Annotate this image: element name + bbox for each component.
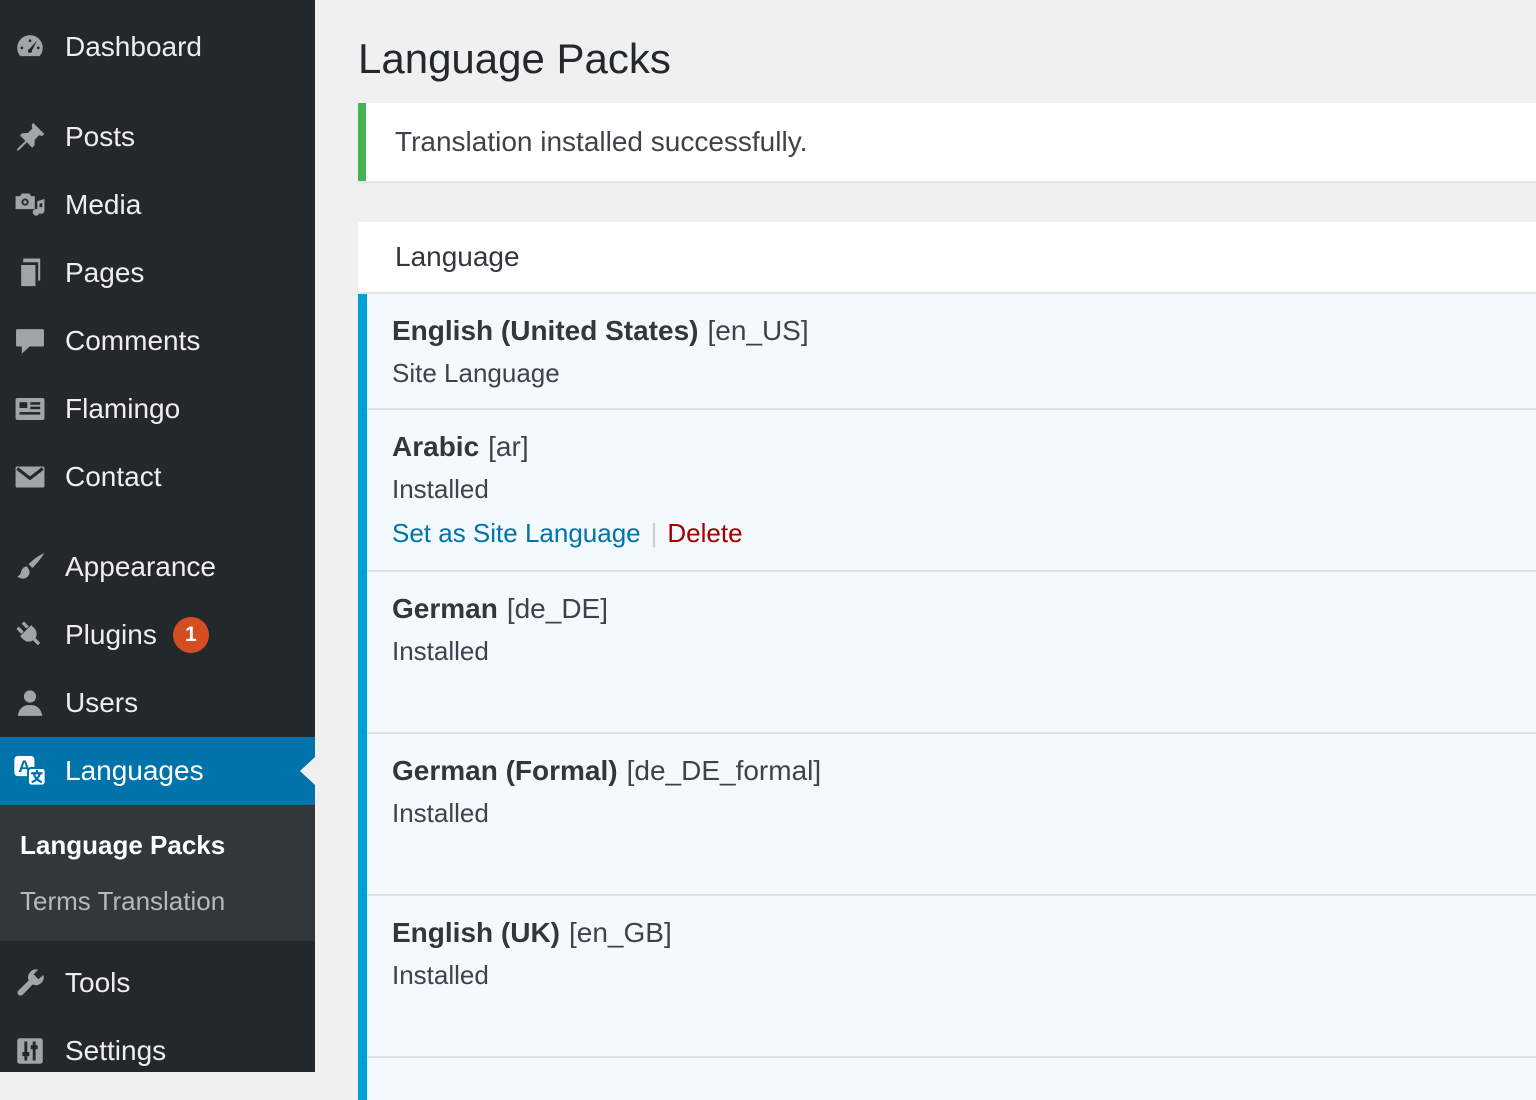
submenu-item-language-packs[interactable]: Language Packs [0,817,315,873]
sidebar-item-label: Contact [65,461,162,493]
sidebar-item-posts[interactable]: Posts [0,103,315,171]
plug-icon [13,618,47,652]
language-status: Installed [392,954,1536,996]
sidebar-item-label: Appearance [65,551,216,583]
language-status: Installed [392,630,1536,672]
admin-content: Language Packs Translation installed suc… [315,0,1536,1072]
sidebar-item-comments[interactable]: Comments [0,307,315,375]
table-row: English (UK)[en_GB] Installed [367,894,1536,1056]
sidebar-item-media[interactable]: Media [0,171,315,239]
comment-icon [13,324,47,358]
submenu-item-terms-translation[interactable]: Terms Translation [0,873,315,929]
dashboard-icon [13,30,47,64]
notice-text: Translation installed successfully. [395,126,807,157]
table-row: German[de_DE] Installed [367,570,1536,732]
sidebar-item-dashboard[interactable]: Dashboard [0,13,315,81]
table-row-partial [367,1056,1536,1100]
sidebar-item-label: Plugins [65,619,157,651]
language-status: Site Language [392,352,1536,394]
language-name: German[de_DE] [392,588,1536,630]
sidebar-item-pages[interactable]: Pages [0,239,315,307]
sidebar-item-label: Media [65,189,141,221]
sidebar-item-flamingo[interactable]: Flamingo [0,375,315,443]
language-packs-table: Language English (United States)[en_US] … [358,222,1536,1100]
sidebar-item-label: Comments [65,325,200,357]
sidebar-item-plugins[interactable]: Plugins 1 [0,601,315,669]
index-card-icon [13,392,47,426]
sliders-icon [13,1034,47,1068]
sidebar-item-label: Users [65,687,138,719]
update-count-badge: 1 [173,617,209,653]
sidebar-item-tools[interactable]: Tools [0,949,315,1017]
sidebar-item-contact[interactable]: Contact [0,443,315,511]
sidebar-item-label: Flamingo [65,393,180,425]
sidebar-item-label: Settings [65,1035,166,1067]
page-title: Language Packs [358,33,1536,85]
sidebar-item-settings[interactable]: Settings [0,1017,315,1085]
sidebar-item-users[interactable]: Users [0,669,315,737]
language-status: Installed [392,468,1536,510]
pushpin-icon [13,120,47,154]
table-row: English (United States)[en_US] Site Lang… [367,294,1536,408]
language-status: Installed [392,792,1536,834]
action-separator: | [641,518,668,548]
camera-icon [13,188,47,222]
brush-icon [13,550,47,584]
sidebar-item-label: Languages [65,755,204,787]
sidebar-item-label: Dashboard [65,31,202,63]
set-site-language-link[interactable]: Set as Site Language [392,518,641,548]
sidebar-item-languages[interactable]: A Languages [0,737,315,805]
delete-link[interactable]: Delete [667,518,742,548]
email-icon [13,460,47,494]
languages-submenu: Language Packs Terms Translation [0,805,315,941]
table-row: Arabic[ar] Installed Set as Site Languag… [367,408,1536,570]
row-actions: Set as Site Language|Delete [392,510,1536,556]
language-name: English (United States)[en_US] [392,310,1536,352]
table-body: English (United States)[en_US] Site Lang… [358,294,1536,1100]
sidebar-item-label: Tools [65,967,130,999]
language-name: Arabic[ar] [392,426,1536,468]
wrench-icon [13,966,47,1000]
success-notice: Translation installed successfully. [358,103,1536,181]
sidebar-item-label: Posts [65,121,135,153]
admin-sidebar: Dashboard Posts Media Pages Comments Fla… [0,0,315,1072]
translation-icon: A [13,754,47,788]
table-row: German (Formal)[de_DE_formal] Installed [367,732,1536,894]
language-name: English (UK)[en_GB] [392,912,1536,954]
user-icon [13,686,47,720]
pages-icon [13,256,47,290]
sidebar-item-label: Pages [65,257,144,289]
sidebar-item-appearance[interactable]: Appearance [0,533,315,601]
language-name: German (Formal)[de_DE_formal] [392,750,1536,792]
table-header-language: Language [358,222,1536,294]
